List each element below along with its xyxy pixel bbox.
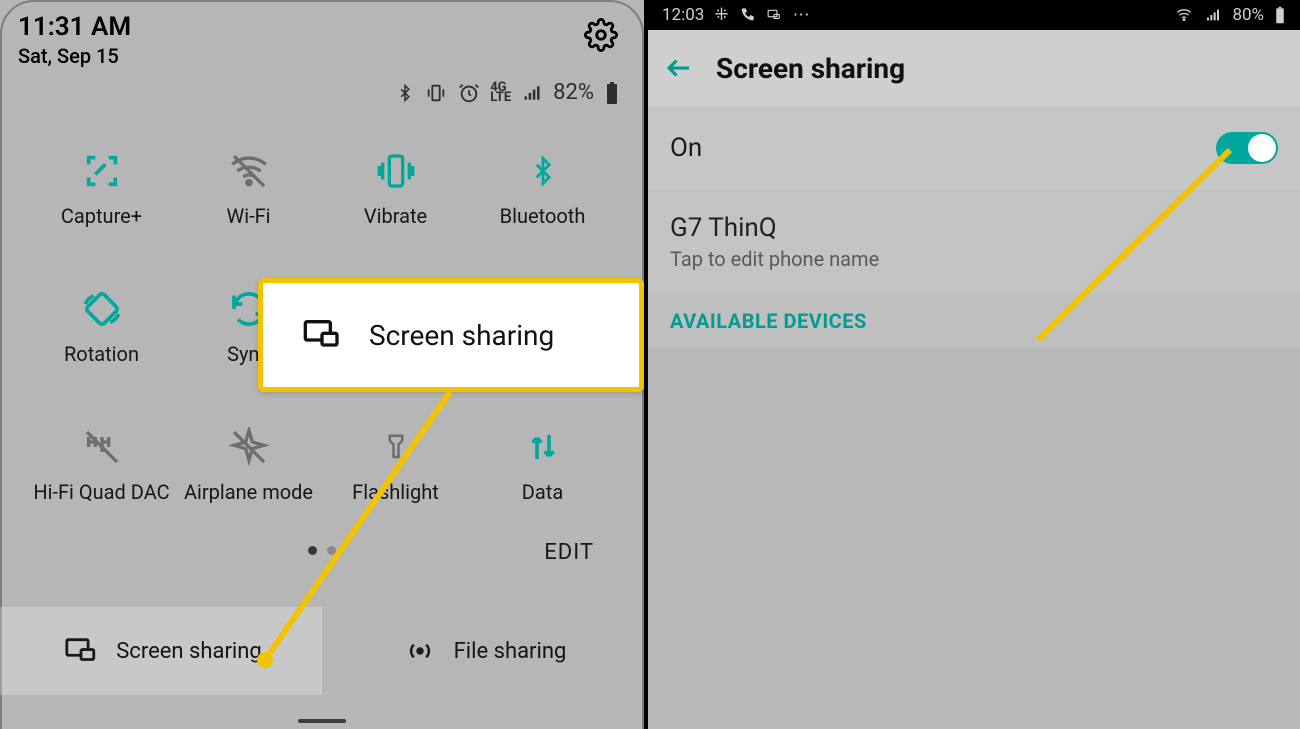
bluetooth-icon xyxy=(396,82,414,104)
dot-active xyxy=(308,546,317,555)
page-dots xyxy=(308,546,336,555)
callout-label: Screen sharing xyxy=(369,319,554,352)
qs-label: Airplane mode xyxy=(184,480,313,504)
capture-icon xyxy=(82,150,122,192)
qs-label: Data xyxy=(522,480,563,504)
bluetooth-icon xyxy=(528,150,558,192)
vibrate-status-icon xyxy=(424,82,448,104)
edit-button[interactable]: EDIT xyxy=(544,540,594,565)
wifi-off-icon xyxy=(227,150,271,192)
fitbit-icon: ⁜ xyxy=(714,5,728,25)
airplane-icon xyxy=(229,426,269,468)
battery-icon xyxy=(604,81,620,105)
qs-label: Bluetooth xyxy=(500,204,586,228)
cast-status-icon xyxy=(765,8,783,22)
battery-icon xyxy=(1274,6,1286,24)
app-bar: Screen sharing xyxy=(648,30,1300,106)
rotation-icon xyxy=(82,288,122,330)
wifi-icon xyxy=(1174,7,1194,23)
vibrate-icon xyxy=(374,150,418,192)
battery-percent: 82% xyxy=(553,80,594,105)
on-row[interactable]: On xyxy=(648,106,1300,190)
qs-rotation[interactable]: Rotation xyxy=(28,288,175,366)
quick-settings-pane: 11:31 AM Sat, Sep 15 4GLTE 82% Capture+ … xyxy=(0,0,648,729)
qs-label: Rotation xyxy=(64,342,139,366)
file-sharing-label: File sharing xyxy=(454,639,567,664)
file-sharing-button[interactable]: File sharing xyxy=(322,607,644,695)
status-time: 12:03 xyxy=(662,5,704,25)
dot-inactive xyxy=(327,546,336,555)
on-toggle[interactable] xyxy=(1216,132,1278,164)
alarm-icon xyxy=(458,82,480,104)
cast-icon xyxy=(60,634,102,668)
cast-icon xyxy=(297,315,347,355)
status-bar: 12:03 ⁜ ⋯ 80% xyxy=(648,0,1300,30)
screen-sharing-button[interactable]: Screen sharing xyxy=(0,607,322,695)
broadcast-icon xyxy=(400,636,440,666)
phone-name-sub: Tap to edit phone name xyxy=(670,247,879,271)
battery-percent: 80% xyxy=(1232,5,1264,25)
drag-handle[interactable] xyxy=(298,719,346,723)
section-label: AVAILABLE DEVICES xyxy=(670,309,867,333)
available-devices-header: AVAILABLE DEVICES xyxy=(648,294,1300,348)
phone-name-row[interactable]: G7 ThinQ Tap to edit phone name xyxy=(648,190,1300,294)
data-icon xyxy=(525,426,561,468)
qs-vibrate[interactable]: Vibrate xyxy=(322,150,469,228)
settings-gear-icon[interactable] xyxy=(584,18,618,52)
call-icon xyxy=(739,7,755,23)
right-status-icons: 4GLTE 82% xyxy=(396,80,620,105)
on-label: On xyxy=(670,133,702,163)
clock-time: 11:31 AM xyxy=(18,12,131,42)
signal-icon xyxy=(521,83,543,103)
qs-wifi[interactable]: Wi-Fi xyxy=(175,150,322,228)
qs-airplane[interactable]: Airplane mode xyxy=(175,426,322,504)
qs-label: Capture+ xyxy=(61,204,142,228)
signal-icon xyxy=(1204,7,1222,23)
qs-capture[interactable]: Capture+ xyxy=(28,150,175,228)
qs-label: Vibrate xyxy=(364,204,427,228)
screen-sharing-callout: Screen sharing xyxy=(258,278,644,392)
screen-sharing-label: Screen sharing xyxy=(116,639,262,664)
qs-label: Hi-Fi Quad DAC xyxy=(33,480,169,504)
qs-label: Flashlight xyxy=(352,480,439,504)
back-icon[interactable] xyxy=(664,53,694,83)
qs-hifi[interactable]: Hi-Fi Quad DAC xyxy=(28,426,175,504)
phone-name: G7 ThinQ xyxy=(670,213,777,243)
qs-data[interactable]: Data xyxy=(469,426,616,504)
share-row: Screen sharing File sharing xyxy=(0,607,644,695)
status-block: 11:31 AM Sat, Sep 15 xyxy=(18,12,131,68)
qs-flashlight[interactable]: Flashlight xyxy=(322,426,469,504)
qs-label: Wi-Fi xyxy=(226,204,270,228)
hifi-icon xyxy=(80,426,124,468)
network-lte-icon: 4GLTE xyxy=(490,83,511,103)
more-icon: ⋯ xyxy=(793,5,810,25)
flashlight-icon xyxy=(381,426,411,468)
qs-bluetooth[interactable]: Bluetooth xyxy=(469,150,616,228)
page-title: Screen sharing xyxy=(716,52,905,85)
clock-date: Sat, Sep 15 xyxy=(18,44,131,68)
screen-sharing-settings-pane: 12:03 ⁜ ⋯ 80% Screen sharing On G7 ThinQ… xyxy=(648,0,1300,729)
